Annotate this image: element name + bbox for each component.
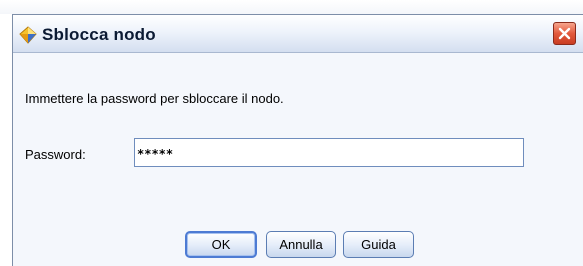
instruction-text: Immettere la password per sbloccare il n… (25, 91, 284, 106)
unlock-node-dialog: Sblocca nodo Immettere la password per s… (12, 14, 583, 266)
close-icon (558, 27, 571, 40)
password-input[interactable] (134, 138, 524, 167)
ok-button[interactable]: OK (185, 231, 257, 258)
node-shield-icon (19, 26, 37, 44)
help-button[interactable]: Guida (343, 231, 414, 258)
dialog-title: Sblocca nodo (42, 25, 156, 44)
password-label: Password: (25, 147, 86, 162)
background-window-strip (0, 0, 583, 14)
cancel-button[interactable]: Annulla (266, 231, 336, 258)
close-button[interactable] (553, 22, 576, 45)
title-bar[interactable]: Sblocca nodo (13, 15, 583, 53)
